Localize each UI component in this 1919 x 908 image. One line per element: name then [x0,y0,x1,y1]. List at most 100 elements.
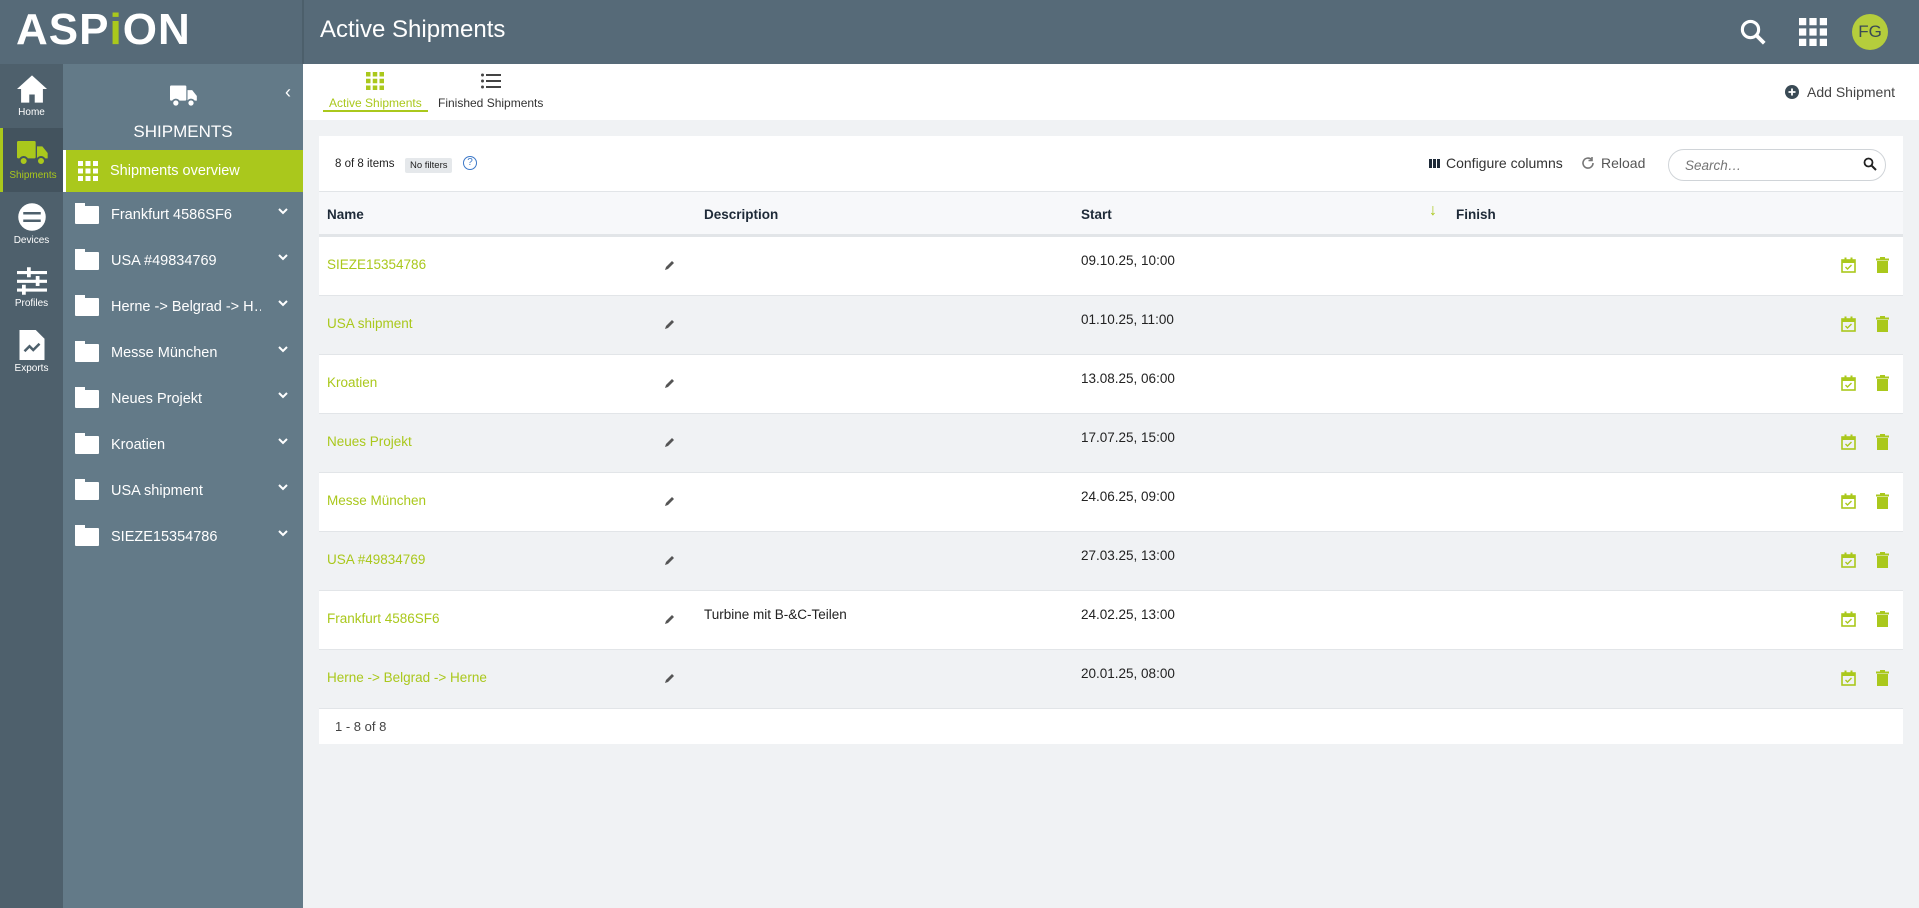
trash-icon[interactable] [1876,434,1889,450]
rail-item-exports[interactable]: Exports [0,320,63,384]
sidebar-item-shipment[interactable]: Herne -> Belgrad -> H… [63,284,303,330]
pencil-icon[interactable] [664,672,676,684]
shipment-start: 09.10.25, 10:00 [1081,253,1175,268]
folder-icon [75,479,99,500]
sidebar-item-shipment[interactable]: SIEZE15354786 [63,514,303,560]
rail-item-shipments[interactable]: Shipments [0,128,63,192]
shipment-start: 01.10.25, 11:00 [1081,312,1174,327]
sidebar-item-label: Neues Projekt [111,391,203,407]
trash-icon[interactable] [1876,493,1889,509]
page-title: Active Shipments [320,16,506,43]
table-row: Herne -> Belgrad -> Herne 20.01.25, 08:0… [319,650,1903,709]
shipment-start: 20.01.25, 08:00 [1081,666,1175,681]
pencil-icon[interactable] [664,613,676,625]
trash-icon[interactable] [1876,375,1889,391]
chevron-down-icon[interactable] [277,389,289,401]
calendar-check-icon[interactable] [1841,316,1856,332]
top-bar: ASPiON Active Shipments FG [0,0,1919,64]
collapse-sidebar-button[interactable]: ‹ [285,82,291,103]
pencil-icon[interactable] [664,318,676,330]
tab-finished-shipments[interactable]: Finished Shipments [438,72,543,112]
rail-label: Devices [13,235,50,246]
tab-active-shipments[interactable]: Active Shipments [323,72,428,112]
sidebar-item-shipment[interactable]: Messe München [63,330,303,376]
item-count: 8 of 8 items [335,158,395,170]
column-header-start[interactable]: Start [1081,207,1112,222]
chevron-down-icon[interactable] [277,343,289,355]
sidebar-item-shipments-overview[interactable]: Shipments overview [63,150,303,192]
tab-label: Active Shipments [329,96,422,110]
search-icon[interactable] [1863,157,1877,171]
sidebar-item-shipment[interactable]: Neues Projekt [63,376,303,422]
add-shipment-button[interactable]: Add Shipment [1785,84,1895,100]
rail-item-home[interactable]: Home [0,64,63,128]
truck-icon [170,85,197,108]
calendar-check-icon[interactable] [1841,611,1856,627]
trash-icon[interactable] [1876,552,1889,568]
truck-icon [17,141,48,166]
search-input[interactable] [1668,149,1886,181]
pencil-icon[interactable] [664,259,676,271]
calendar-check-icon[interactable] [1841,670,1856,686]
sidebar-item-shipment[interactable]: Frankfurt 4586SF6 [63,192,303,238]
table-row: USA shipment 01.10.25, 11:00 [319,296,1903,355]
shipment-name-link[interactable]: Kroatien [327,375,377,390]
chevron-down-icon[interactable] [277,297,289,309]
shipment-start: 24.06.25, 09:00 [1081,489,1175,504]
pencil-icon[interactable] [664,436,676,448]
shipment-name-link[interactable]: Neues Projekt [327,434,412,449]
help-icon[interactable]: ? [463,156,477,170]
shipment-name-link[interactable]: USA #49834769 [327,552,425,567]
apps-grid-icon[interactable] [1795,14,1831,50]
tab-label: Finished Shipments [438,96,544,110]
shipment-name-link[interactable]: Herne -> Belgrad -> Herne [327,670,487,685]
home-icon [16,75,47,103]
divider [302,0,304,64]
calendar-check-icon[interactable] [1841,434,1856,450]
sidebar-item-label: USA #49834769 [111,253,217,269]
sidebar-item-label: SIEZE15354786 [111,529,218,545]
reload-button[interactable]: Reload [1581,155,1645,171]
sidebar-item-shipment[interactable]: USA shipment [63,468,303,514]
pencil-icon[interactable] [664,495,676,507]
folder-icon [75,249,99,270]
chevron-down-icon[interactable] [277,527,289,539]
sidebar-item-shipment[interactable]: Kroatien [63,422,303,468]
shipment-name-link[interactable]: Messe München [327,493,426,508]
devices-icon [17,203,46,231]
trash-icon[interactable] [1876,670,1889,686]
trash-icon[interactable] [1876,316,1889,332]
calendar-check-icon[interactable] [1841,552,1856,568]
chevron-down-icon[interactable] [277,205,289,217]
rail-item-devices[interactable]: Devices [0,192,63,256]
rail-label: Exports [14,363,49,374]
calendar-check-icon[interactable] [1841,375,1856,391]
shipment-start: 17.07.25, 15:00 [1081,430,1175,445]
shipment-name-link[interactable]: SIEZE15354786 [327,257,426,272]
shipment-name-link[interactable]: Frankfurt 4586SF6 [327,611,440,626]
rail-label: Shipments [9,170,57,181]
calendar-check-icon[interactable] [1841,493,1856,509]
chevron-down-icon[interactable] [277,481,289,493]
sidebar-item-label: Frankfurt 4586SF6 [111,207,232,223]
trash-icon[interactable] [1876,257,1889,273]
nav-rail: Home Shipments Devices Profiles Exports [0,64,63,908]
column-header-name[interactable]: Name [327,207,364,222]
column-header-finish[interactable]: Finish [1456,207,1496,222]
trash-icon[interactable] [1876,611,1889,627]
filter-badge[interactable]: No filters [405,158,453,173]
user-avatar[interactable]: FG [1852,14,1888,50]
sort-descending-icon[interactable]: ↓ [1429,202,1437,220]
chevron-down-icon[interactable] [277,251,289,263]
column-header-description[interactable]: Description [704,207,778,222]
search-icon[interactable] [1735,14,1771,50]
pencil-icon[interactable] [664,377,676,389]
chevron-down-icon[interactable] [277,435,289,447]
configure-columns-button[interactable]: Configure columns [1429,155,1563,171]
rail-item-profiles[interactable]: Profiles [0,256,63,320]
configure-label: Configure columns [1446,155,1563,171]
sidebar-item-shipment[interactable]: USA #49834769 [63,238,303,284]
calendar-check-icon[interactable] [1841,257,1856,273]
pencil-icon[interactable] [664,554,676,566]
shipment-name-link[interactable]: USA shipment [327,316,413,331]
